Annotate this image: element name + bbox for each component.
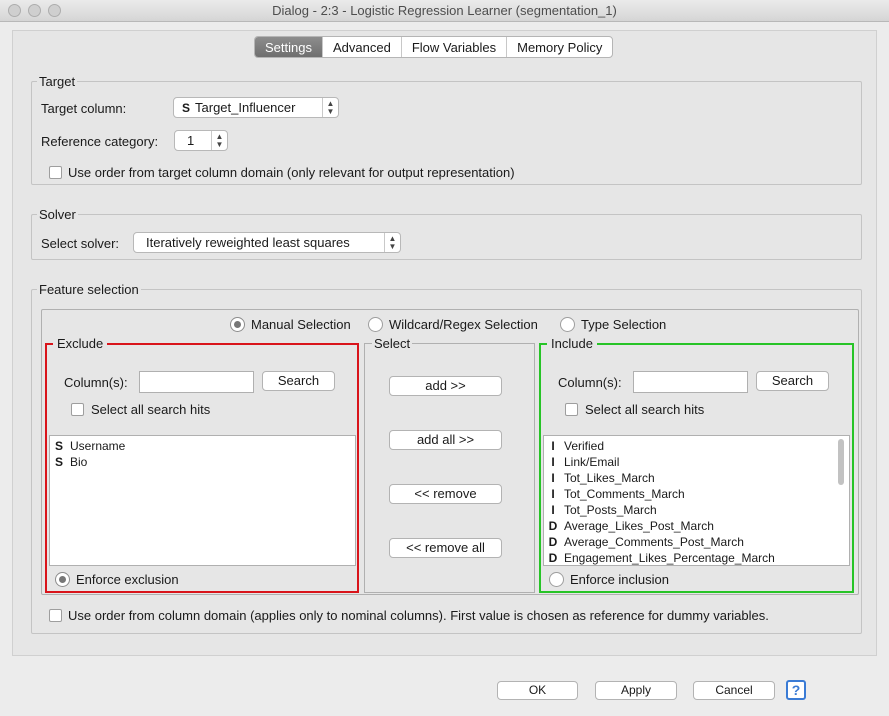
window-titlebar: Dialog - 2:3 - Logistic Regression Learn… bbox=[0, 0, 889, 22]
integer-type-icon: I bbox=[551, 487, 555, 501]
list-item[interactable]: D Average_Comments_Post_March bbox=[544, 534, 849, 550]
enforce-inclusion-radio[interactable] bbox=[549, 572, 564, 587]
double-type-icon: D bbox=[548, 519, 558, 533]
integer-type-icon: I bbox=[551, 439, 555, 453]
reference-category-label: Reference category: bbox=[41, 134, 159, 149]
type-selection-radio[interactable] bbox=[560, 317, 575, 332]
list-item[interactable]: D Average_Likes_Post_March bbox=[544, 518, 849, 534]
reference-category-value: 1 bbox=[187, 133, 195, 148]
enforce-exclusion-label: Enforce exclusion bbox=[76, 572, 179, 587]
target-domain-order-label: Use order from target column domain (onl… bbox=[68, 165, 515, 180]
list-item[interactable]: I Link/Email bbox=[544, 454, 849, 470]
double-type-icon: D bbox=[548, 551, 558, 565]
help-button[interactable]: ? bbox=[786, 680, 806, 700]
include-column-list[interactable]: I Verified I Link/Email I Tot_Likes_March I… bbox=[543, 435, 850, 566]
wildcard-regex-radio[interactable] bbox=[368, 317, 383, 332]
exclude-select-all-label: Select all search hits bbox=[91, 402, 211, 417]
enforce-exclusion-radio[interactable] bbox=[55, 572, 70, 587]
exclude-column-list[interactable]: S Username S Bio bbox=[49, 435, 356, 566]
include-select-all-label: Select all search hits bbox=[585, 402, 705, 417]
include-columns-label: Column(s): bbox=[558, 375, 622, 390]
list-item[interactable]: I Tot_Likes_March bbox=[544, 470, 849, 486]
target-column-value: Target_Influencer bbox=[195, 100, 296, 115]
select-title: Select bbox=[372, 336, 413, 351]
integer-type-icon: I bbox=[551, 455, 555, 469]
include-search-button[interactable]: Search bbox=[756, 371, 829, 391]
include-search-input[interactable] bbox=[633, 371, 748, 393]
string-type-icon: S bbox=[54, 439, 63, 453]
list-item[interactable]: S Bio bbox=[50, 454, 355, 470]
add-all-button[interactable]: add all >> bbox=[389, 430, 502, 450]
exclude-select-all-checkbox[interactable] bbox=[71, 403, 84, 416]
exclude-search-button[interactable]: Search bbox=[262, 371, 335, 391]
type-selection-label: Type Selection bbox=[581, 317, 667, 332]
select-solver-label: Select solver: bbox=[41, 236, 120, 251]
string-type-icon: S bbox=[182, 101, 191, 115]
target-column-select[interactable]: S Target_Influencer ▲ ▼ bbox=[173, 97, 339, 118]
manual-selection-label: Manual Selection bbox=[251, 317, 351, 332]
include-title: Include bbox=[547, 336, 597, 351]
tab-settings[interactable]: Settings bbox=[255, 37, 323, 57]
string-type-icon: S bbox=[54, 455, 63, 469]
integer-type-icon: I bbox=[551, 503, 555, 517]
manual-selection-radio[interactable] bbox=[230, 317, 245, 332]
enforce-inclusion-label: Enforce inclusion bbox=[570, 572, 669, 587]
chevron-updown-icon: ▲ ▼ bbox=[322, 98, 338, 117]
ok-button[interactable]: OK bbox=[497, 681, 578, 700]
wildcard-regex-label: Wildcard/Regex Selection bbox=[389, 317, 538, 332]
chevron-updown-icon: ▲ ▼ bbox=[211, 131, 227, 150]
tab-memory-policy[interactable]: Memory Policy bbox=[507, 37, 612, 57]
double-type-icon: D bbox=[548, 535, 558, 549]
window-title: Dialog - 2:3 - Logistic Regression Learn… bbox=[272, 3, 617, 18]
tab-advanced[interactable]: Advanced bbox=[323, 37, 402, 57]
list-item[interactable]: I Tot_Posts_March bbox=[544, 502, 849, 518]
reference-category-select[interactable]: 1 ▲ ▼ bbox=[174, 130, 228, 151]
remove-all-button[interactable]: << remove all bbox=[389, 538, 502, 558]
target-domain-order-checkbox[interactable] bbox=[49, 166, 62, 179]
solver-group-title: Solver bbox=[37, 207, 78, 222]
column-domain-order-checkbox[interactable] bbox=[49, 609, 62, 622]
exclude-columns-label: Column(s): bbox=[64, 375, 128, 390]
column-domain-order-label: Use order from column domain (applies on… bbox=[68, 608, 769, 623]
cancel-button[interactable]: Cancel bbox=[693, 681, 775, 700]
list-item[interactable]: I Verified bbox=[544, 438, 849, 454]
apply-button[interactable]: Apply bbox=[595, 681, 677, 700]
tab-flow-variables[interactable]: Flow Variables bbox=[402, 37, 508, 57]
solver-select[interactable]: Iteratively reweighted least squares ▲ ▼ bbox=[133, 232, 401, 253]
list-item[interactable]: D Engagement_Likes_Percentage_March bbox=[544, 550, 849, 565]
integer-type-icon: I bbox=[551, 471, 555, 485]
target-group-title: Target bbox=[37, 74, 78, 89]
target-column-label: Target column: bbox=[41, 101, 127, 116]
exclude-search-input[interactable] bbox=[139, 371, 254, 393]
add-button[interactable]: add >> bbox=[389, 376, 502, 396]
tab-bar: Settings Advanced Flow Variables Memory … bbox=[254, 36, 614, 58]
remove-button[interactable]: << remove bbox=[389, 484, 502, 504]
solver-value: Iteratively reweighted least squares bbox=[146, 235, 350, 250]
feature-selection-title: Feature selection bbox=[37, 282, 141, 297]
chevron-updown-icon: ▲ ▼ bbox=[384, 233, 400, 252]
include-list-scrollbar[interactable] bbox=[838, 439, 844, 485]
list-item[interactable]: I Tot_Comments_March bbox=[544, 486, 849, 502]
list-item[interactable]: S Username bbox=[50, 438, 355, 454]
exclude-title: Exclude bbox=[53, 336, 108, 351]
help-icon: ? bbox=[791, 682, 801, 698]
include-select-all-checkbox[interactable] bbox=[565, 403, 578, 416]
